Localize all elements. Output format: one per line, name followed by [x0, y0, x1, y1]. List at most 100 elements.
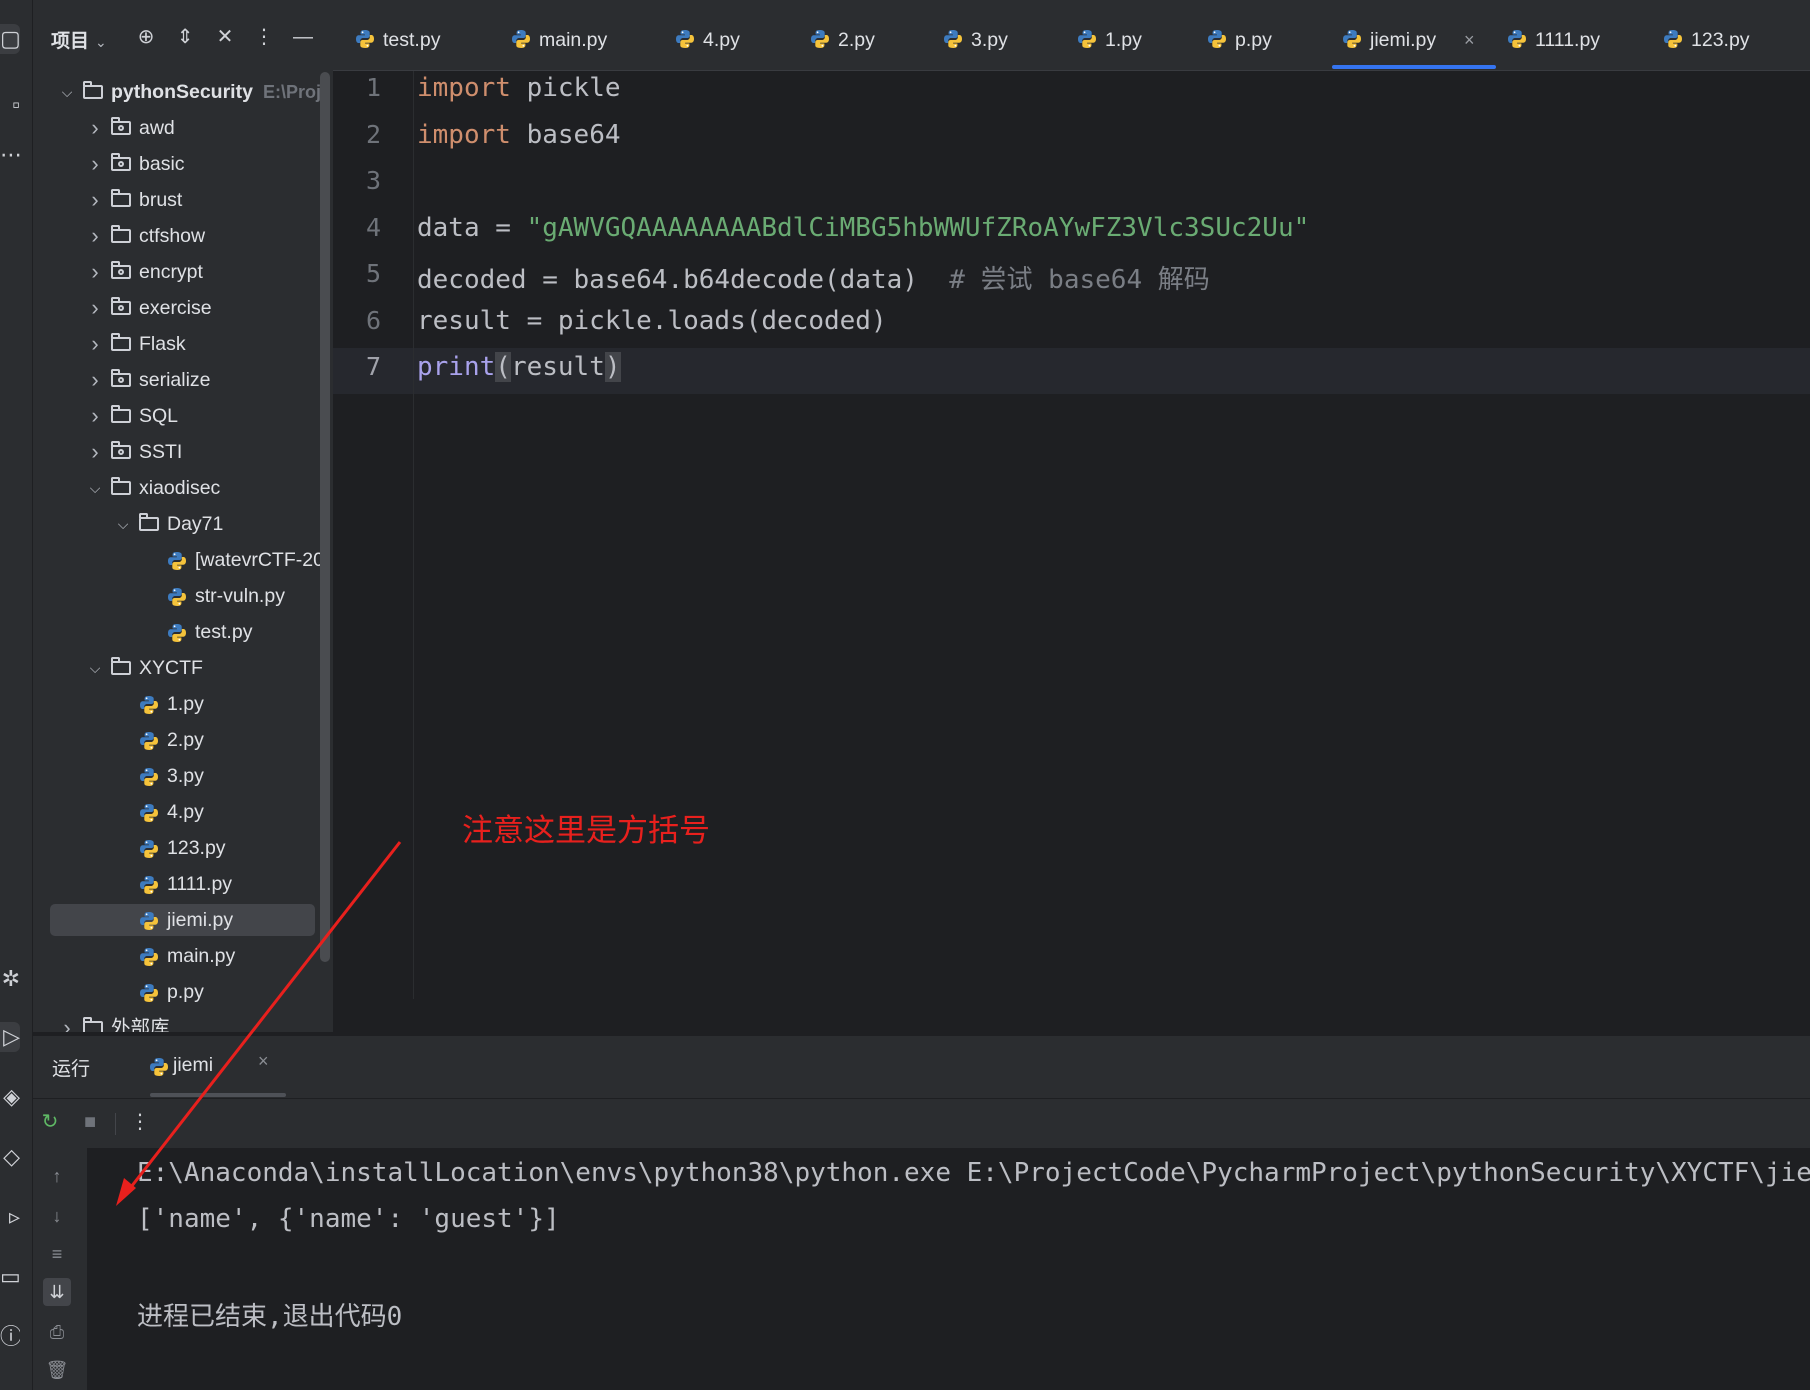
chevron-right-icon[interactable]: ›: [87, 256, 103, 288]
tree-folder-item[interactable]: ⌵ XYCTF: [33, 652, 333, 684]
tree-file-item[interactable]: 3.py: [33, 760, 333, 792]
layers-icon[interactable]: ◇: [0, 1142, 20, 1172]
terminal-icon[interactable]: ▭: [0, 1262, 20, 1292]
locate-icon[interactable]: ⊕: [131, 22, 161, 52]
chevron-right-icon[interactable]: ›: [87, 364, 103, 396]
trash-icon[interactable]: 🗑: [43, 1356, 71, 1384]
tree-file-item[interactable]: jiemi.py: [50, 904, 315, 936]
python-file-icon: [140, 948, 158, 966]
tree-folder-item[interactable]: › Flask: [33, 328, 333, 360]
project-scrollbar[interactable]: [320, 72, 330, 962]
project-tool-icon[interactable]: ▢: [0, 24, 20, 54]
chevron-right-icon[interactable]: ›: [59, 1012, 75, 1032]
tree-item-label: 4.py: [167, 801, 204, 823]
tab-label: p.py: [1235, 29, 1272, 51]
arrow-up-icon[interactable]: ↑: [43, 1162, 71, 1190]
gutter-divider: [413, 71, 414, 999]
tree-folder-item[interactable]: › SSTI: [33, 436, 333, 468]
chevron-right-icon[interactable]: ›: [87, 436, 103, 468]
python-file-icon: [944, 30, 962, 48]
tab-label: main.py: [539, 29, 608, 51]
tree-folder-item[interactable]: › brust: [33, 184, 333, 216]
code-token: import: [417, 119, 511, 150]
tree-file-item[interactable]: 2.py: [33, 724, 333, 756]
tab-label: 1111.py: [1535, 29, 1601, 51]
stop-icon[interactable]: ■: [77, 1109, 103, 1135]
more-options-icon[interactable]: ⋮: [127, 1109, 153, 1135]
print-icon[interactable]: ⎙: [43, 1318, 71, 1346]
more-tools-icon[interactable]: ⋯: [0, 140, 20, 170]
tree-file-item[interactable]: main.py: [33, 940, 333, 972]
tree-file-item[interactable]: p.py: [33, 976, 333, 1008]
python-file-icon: [168, 552, 186, 570]
toolbar-divider: [115, 1113, 116, 1135]
project-panel-header: 项目 ⌄ ⊕ ⇕ ✕ ⋮ —: [33, 0, 333, 80]
chevron-right-icon[interactable]: ›: [87, 400, 103, 432]
tree-item-label: serialize: [139, 369, 211, 391]
console-output[interactable]: E:\Anaconda\installLocation\envs\python3…: [87, 1148, 1810, 1390]
tree-folder-item[interactable]: › awd: [33, 112, 333, 144]
chevron-down-icon[interactable]: ⌵: [87, 652, 103, 684]
tree-file-item[interactable]: 1111.py: [33, 868, 333, 900]
tree-file-item[interactable]: test.py: [33, 616, 333, 648]
chevron-right-icon[interactable]: ›: [87, 112, 103, 144]
tree-item-label: jiemi.py: [167, 909, 234, 931]
chevron-down-icon[interactable]: ⌵: [87, 472, 103, 504]
library-icon: [83, 1017, 103, 1032]
rerun-icon[interactable]: ↻: [37, 1109, 63, 1135]
tree-folder-item[interactable]: › serialize: [33, 364, 333, 396]
services-icon[interactable]: ▹: [0, 1202, 20, 1232]
expand-all-icon[interactable]: ⇕: [170, 22, 200, 52]
hide-panel-icon[interactable]: —: [288, 22, 318, 52]
tree-file-item[interactable]: [watevrCTF-20: [33, 544, 333, 576]
debug-icon[interactable]: ✲: [0, 964, 20, 994]
chevron-right-icon[interactable]: ›: [87, 292, 103, 324]
tree-file-item[interactable]: 1.py: [33, 688, 333, 720]
code-line: import base64: [417, 120, 621, 150]
tree-item-label: p.py: [167, 981, 204, 1003]
tree-folder-item[interactable]: ⌵ Day71: [33, 508, 333, 540]
folder-icon: [111, 225, 131, 243]
arrow-down-icon[interactable]: ↓: [43, 1202, 71, 1230]
tree-folder-item[interactable]: › basic: [33, 148, 333, 180]
tab-label: 4.py: [703, 29, 740, 51]
code-token: pickle: [510, 73, 621, 103]
close-icon[interactable]: ×: [258, 1051, 269, 1072]
editor-tab-bar: test.py main.py 4.py 2.py 3.py 1.py p.py jiemi.…: [333, 0, 1810, 71]
tree-folder-item[interactable]: › ctfshow: [33, 220, 333, 252]
chevron-right-icon[interactable]: ›: [87, 148, 103, 180]
collapse-all-icon[interactable]: ✕: [210, 22, 240, 52]
project-panel: 项目 ⌄ ⊕ ⇕ ✕ ⋮ — ⌵ pythonSecurity E:\Proj › awd…: [33, 0, 333, 1032]
tree-folder-item[interactable]: ⌵ pythonSecurity E:\Proj: [33, 76, 333, 108]
tree-file-item[interactable]: 123.py: [33, 832, 333, 864]
chevron-right-icon[interactable]: ›: [87, 328, 103, 360]
tree-folder-item[interactable]: ⌵ xiaodisec: [33, 472, 333, 504]
chevron-right-icon[interactable]: ›: [87, 220, 103, 252]
run-tab-jiemi[interactable]: jiemi ×: [133, 1036, 286, 1096]
scroll-to-end-icon[interactable]: ⇊: [43, 1278, 71, 1306]
code-editor[interactable]: 1234567 import pickle import base64 data =…: [333, 71, 1810, 999]
options-menu-icon[interactable]: ⋮: [249, 22, 279, 52]
tree-file-item[interactable]: str-vuln.py: [33, 580, 333, 612]
chevron-down-icon[interactable]: ⌵: [115, 508, 131, 540]
python-packages-icon[interactable]: ◈: [0, 1082, 20, 1112]
tree-item-label: 2.py: [167, 729, 204, 751]
code-token: (: [495, 352, 511, 382]
tree-folder-item[interactable]: › SQL: [33, 400, 333, 432]
problems-icon[interactable]: ⓘ: [0, 1322, 20, 1352]
python-file-icon: [356, 30, 374, 48]
folder-icon: [111, 441, 131, 459]
chevron-down-icon[interactable]: ⌵: [59, 76, 75, 108]
python-file-icon: [512, 30, 530, 48]
soft-wrap-icon[interactable]: ≡: [43, 1240, 71, 1268]
tree-folder-item[interactable]: › 外部库: [33, 1012, 333, 1032]
commit-tool-icon[interactable]: ▫: [0, 90, 20, 120]
project-view-selector[interactable]: 项目 ⌄: [51, 26, 107, 53]
run-tool-icon[interactable]: ▷: [0, 1022, 20, 1052]
project-path: E:\Proj: [262, 82, 321, 102]
chevron-right-icon[interactable]: ›: [87, 184, 103, 216]
tree-folder-item[interactable]: › exercise: [33, 292, 333, 324]
tree-folder-item[interactable]: › encrypt: [33, 256, 333, 288]
tree-file-item[interactable]: 4.py: [33, 796, 333, 828]
tree-item-label: ctfshow: [139, 225, 206, 247]
